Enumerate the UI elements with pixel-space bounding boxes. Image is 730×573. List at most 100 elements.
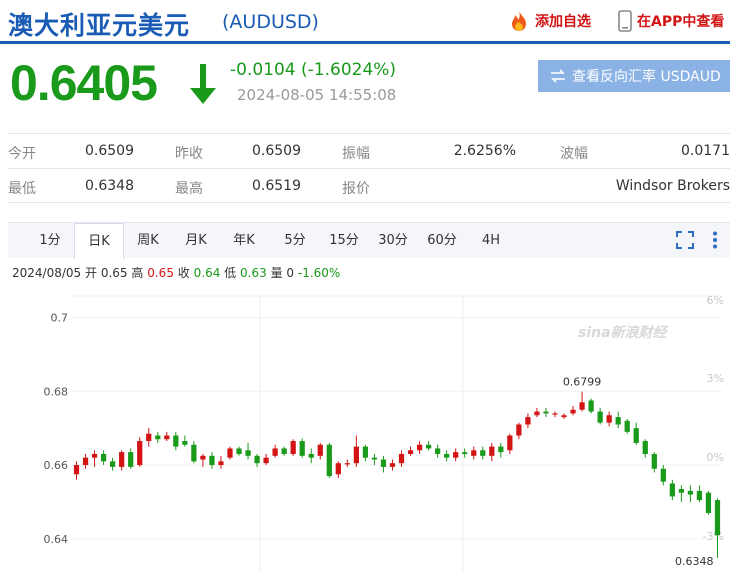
tab-30min[interactable]: 30分 bbox=[371, 223, 415, 258]
stat-value: 2.6256% bbox=[453, 143, 516, 159]
candle-body bbox=[696, 490, 703, 501]
fire-icon bbox=[512, 11, 526, 31]
candle-body bbox=[407, 450, 414, 454]
candle-body bbox=[173, 435, 179, 447]
candle-body bbox=[353, 446, 359, 464]
tab-yearly-k[interactable]: 年K bbox=[222, 223, 266, 258]
candle-body bbox=[236, 448, 242, 454]
tab-weekly-k[interactable]: 周K bbox=[126, 223, 170, 258]
tab-1min[interactable]: 1分 bbox=[28, 223, 72, 258]
candle-body bbox=[389, 463, 396, 467]
broker-name: Windsor Brokers bbox=[615, 178, 730, 194]
add-watchlist-label: 添加自选 bbox=[535, 14, 591, 30]
stat-label: 波幅 bbox=[560, 146, 588, 162]
candle-body bbox=[543, 411, 549, 414]
stat-label: 振幅 bbox=[342, 146, 370, 162]
pct-tick-label: 6% bbox=[707, 294, 724, 307]
candle-body bbox=[480, 450, 486, 456]
candle-body bbox=[714, 500, 721, 536]
stat-label: 昨收 bbox=[175, 146, 203, 162]
candle-body bbox=[705, 492, 712, 513]
candle-body bbox=[335, 463, 341, 475]
candle-body bbox=[137, 441, 143, 466]
candle-body bbox=[606, 415, 612, 423]
tab-15min[interactable]: 15分 bbox=[322, 223, 366, 258]
stats-row: 今开 0.6509 昨收 0.6509 振幅 2.6256% 波幅 0.0171 bbox=[8, 133, 730, 168]
pct-change: -1.60% bbox=[297, 266, 341, 280]
page-title: 澳大利亚元美元 bbox=[8, 11, 191, 40]
view-in-app-button[interactable]: 在APP中查看 bbox=[618, 10, 724, 32]
pct-tick-label: 0% bbox=[707, 451, 724, 464]
candle-body bbox=[191, 444, 197, 462]
candle-body bbox=[100, 453, 107, 462]
stats-row: 最低 0.6348 最高 0.6519 报价 Windsor Brokers bbox=[8, 168, 730, 203]
candle-body bbox=[660, 468, 666, 482]
candle-body bbox=[453, 452, 459, 458]
arrow-down-icon bbox=[190, 64, 216, 104]
min-price-label: 0.6348 bbox=[675, 555, 714, 568]
candle-body bbox=[119, 452, 125, 467]
candle-body bbox=[561, 415, 567, 418]
quote-stats-table: 今开 0.6509 昨收 0.6509 振幅 2.6256% 波幅 0.0171… bbox=[8, 133, 730, 203]
tab-5min[interactable]: 5分 bbox=[273, 223, 317, 258]
stat-value: 0.0171 bbox=[681, 143, 730, 159]
candle-body bbox=[164, 435, 170, 440]
candle-body bbox=[624, 420, 630, 432]
open-label: 开 bbox=[85, 266, 98, 280]
header: 澳大利亚元美元 (AUDUSD) 添加自选 在APP中查看 bbox=[0, 0, 730, 44]
view-in-app-label: 在APP中查看 bbox=[637, 14, 725, 30]
candle-body bbox=[299, 441, 305, 456]
volume-value: 0 bbox=[286, 266, 295, 280]
current-price: 0.6405 bbox=[10, 55, 158, 111]
candle-body bbox=[281, 448, 287, 454]
candle-body bbox=[290, 441, 296, 454]
candle-body bbox=[128, 452, 134, 467]
candle-body bbox=[678, 489, 684, 493]
candle-body bbox=[489, 446, 495, 456]
period-tabbar: 1分 日K 周K 月K 年K 5分 15分 30分 60分 4H bbox=[8, 222, 730, 259]
candle-body bbox=[110, 461, 116, 467]
candle-body bbox=[615, 417, 621, 425]
candle-body bbox=[182, 441, 188, 445]
y-tick-label: 0.66 bbox=[44, 459, 69, 472]
pct-tick-label: -3% bbox=[703, 530, 724, 543]
add-watchlist-button[interactable]: 添加自选 bbox=[508, 10, 591, 32]
tab-60min[interactable]: 60分 bbox=[420, 223, 464, 258]
high-label: 高 bbox=[131, 266, 144, 280]
tab-monthly-k[interactable]: 月K bbox=[174, 223, 218, 258]
candle-body bbox=[371, 457, 378, 460]
candle-body bbox=[146, 433, 152, 442]
sina-finance-watermark: sina新浪财经 bbox=[578, 325, 667, 341]
candle-body bbox=[471, 450, 477, 456]
stat-value: 0.6509 bbox=[252, 143, 301, 159]
ohlc-date: 2024/08/05 bbox=[12, 266, 82, 280]
candle-body bbox=[425, 444, 432, 449]
stat-label: 最高 bbox=[175, 181, 203, 197]
candle-body bbox=[209, 455, 215, 466]
tab-daily-k[interactable]: 日K bbox=[74, 223, 124, 259]
ohlc-summary: 2024/08/05 开 0.65 高 0.65 收 0.64 低 0.63 量… bbox=[12, 264, 340, 281]
reverse-rate-label: 查看反向汇率 USDAUD bbox=[572, 69, 721, 85]
candle-body bbox=[534, 411, 540, 416]
candle-body bbox=[317, 444, 323, 456]
candle-body bbox=[308, 453, 314, 458]
candle-body bbox=[272, 448, 278, 456]
stat-value: 0.6348 bbox=[85, 178, 134, 194]
stat-label: 最低 bbox=[8, 181, 36, 197]
candle-body bbox=[498, 446, 504, 453]
candle-body bbox=[155, 435, 161, 440]
candle-body bbox=[200, 455, 206, 460]
more-options-icon[interactable] bbox=[712, 231, 718, 249]
fullscreen-icon[interactable] bbox=[676, 231, 694, 249]
tab-4h[interactable]: 4H bbox=[469, 223, 513, 258]
price-change: -0.0104 (-1.6024%) bbox=[230, 60, 397, 80]
candle-body bbox=[597, 411, 603, 423]
candle-body bbox=[462, 452, 468, 454]
close-label: 收 bbox=[177, 266, 190, 280]
reverse-rate-button[interactable]: 查看反向汇率 USDAUD bbox=[538, 60, 730, 92]
stat-value: 0.6509 bbox=[85, 143, 134, 159]
phone-icon bbox=[618, 10, 632, 32]
candle-body bbox=[227, 448, 233, 458]
y-tick-label: 0.7 bbox=[51, 311, 69, 324]
candle-body bbox=[651, 453, 657, 469]
